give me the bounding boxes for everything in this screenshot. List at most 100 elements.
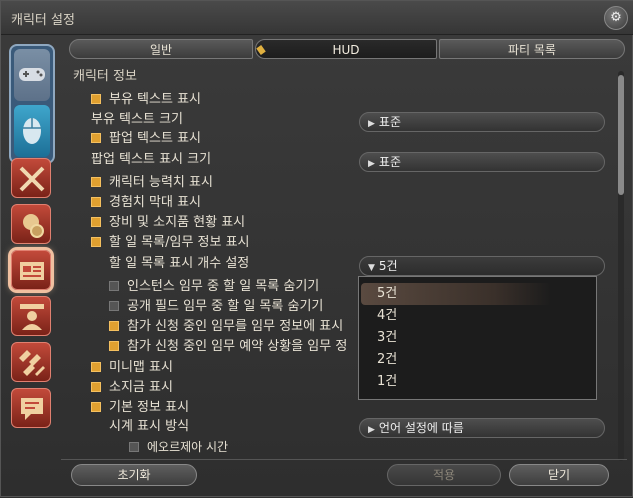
option-label: 참가 신청 중인 임무를 임무 정보에 표시 (127, 319, 344, 334)
footer-divider (61, 459, 627, 460)
gamepad-icon (19, 68, 45, 81)
character-settings-window: 캐릭터 설정 ⚙ 일반 HUD 파티 목록 캐릭터 정보 부유 텍스트 표시 부… (0, 0, 633, 497)
dropdown-arrow-icon: ▶ (368, 119, 375, 129)
checkbox-row-stats[interactable]: 캐릭터 능력치 표시 (91, 174, 213, 192)
bag-gear-icon (23, 214, 44, 238)
tab-party-list[interactable]: 파티 목록 (439, 39, 625, 59)
checkbox-row-hide-instance[interactable]: 인스턴스 임무 중 할 일 목록 숨기기 (109, 278, 319, 296)
id-card-icon (20, 262, 44, 280)
checkbox-checked-icon[interactable] (91, 236, 101, 247)
checkbox-checked-icon[interactable] (91, 361, 101, 372)
float-text-size-dropdown[interactable]: ▶ 표준 (359, 112, 605, 132)
option-5[interactable]: 5건 (377, 284, 397, 304)
settings-tabs: 일반 HUD 파티 목록 (69, 39, 625, 61)
gamepad-mode-button[interactable] (14, 49, 50, 101)
dropdown-arrow-icon: ▶ (368, 159, 375, 169)
todo-count-dropdown[interactable]: ▼ 5건 (359, 256, 605, 276)
close-settings-icon[interactable]: ⚙ (604, 6, 628, 30)
todo-count-options-popup: 5건 4건 3건 2건 1건 (358, 276, 597, 400)
checkbox-checked-icon[interactable] (91, 176, 101, 187)
section-header: 캐릭터 정보 (73, 69, 137, 84)
reset-button[interactable]: 초기화 (71, 464, 197, 486)
tab-general[interactable]: 일반 (69, 39, 253, 59)
content-scrollbar[interactable] (618, 71, 624, 461)
category-hud-button[interactable] (11, 250, 51, 290)
category-battle-button[interactable] (11, 158, 51, 198)
label-popup-text-size: 팝업 텍스트 표시 크기 (91, 152, 212, 167)
category-character-button[interactable] (11, 296, 51, 336)
option-label: 팝업 텍스트 표시 (109, 131, 201, 146)
category-items-button[interactable] (11, 204, 51, 244)
option-label: 캐릭터 능력치 표시 (109, 175, 213, 190)
checkbox-row-hide-field[interactable]: 공개 필드 임무 중 할 일 목록 숨기기 (109, 298, 323, 316)
option-label: 할 일 목록/임무 정보 표시 (109, 235, 250, 250)
option-label: 경험치 막대 표시 (109, 195, 201, 210)
checkbox-row-exp-bar[interactable]: 경험치 막대 표시 (91, 194, 201, 212)
checkbox-row-todo[interactable]: 할 일 목록/임무 정보 표시 (91, 234, 250, 252)
option-label: 소지금 표시 (109, 380, 173, 395)
category-chat-button[interactable] (11, 388, 51, 428)
option-label: 에오르제아 시간 (147, 440, 229, 454)
label-clock-mode: 시계 표시 방식 (109, 419, 190, 434)
checkbox-checked-icon[interactable] (91, 196, 101, 207)
option-label: 인스턴스 임무 중 할 일 목록 숨기기 (127, 279, 320, 294)
window-title: 캐릭터 설정 (11, 13, 75, 28)
dropdown-value: 표준 (378, 115, 402, 129)
checkbox-row-gil[interactable]: 소지금 표시 (91, 379, 173, 397)
checkbox-checked-icon[interactable] (91, 381, 101, 392)
option-label: 장비 및 소지품 현황 표시 (109, 215, 246, 230)
checkbox-checked-icon[interactable] (91, 132, 101, 143)
checkbox-row-show-reservation[interactable]: 참가 신청 중인 임무 예약 상황을 임무 정 (109, 338, 347, 356)
checkbox-row-float-text[interactable]: 부유 텍스트 표시 (91, 91, 201, 109)
dropdown-arrow-icon: ▼ (368, 263, 375, 273)
selected-tab-marker-icon (256, 45, 266, 55)
chat-bubble-icon (21, 398, 43, 420)
checkbox-checked-icon[interactable] (109, 320, 119, 331)
checkbox-unchecked-icon[interactable] (129, 441, 139, 452)
option-label: 참가 신청 중인 임무 예약 상황을 임무 정 (127, 339, 348, 354)
checkbox-unchecked-icon[interactable] (109, 300, 119, 311)
option-3[interactable]: 3건 (377, 328, 397, 348)
checkered-icon (19, 350, 45, 376)
option-4[interactable]: 4건 (377, 306, 397, 326)
checkbox-row-show-applied[interactable]: 참가 신청 중인 임무를 임무 정보에 표시 (109, 318, 343, 336)
category-rail (1, 34, 61, 498)
close-button[interactable]: 닫기 (509, 464, 609, 486)
option-label: 부유 텍스트 표시 (109, 92, 201, 107)
label-float-text-size: 부유 텍스트 크기 (91, 112, 183, 127)
checkbox-checked-icon[interactable] (91, 216, 101, 227)
apply-button[interactable]: 적용 (387, 464, 501, 486)
option-label: 공개 필드 임무 중 할 일 목록 숨기기 (127, 299, 324, 314)
option-label: 미니맵 표시 (109, 360, 173, 375)
checkbox-checked-icon[interactable] (91, 93, 101, 104)
checkbox-checked-icon[interactable] (91, 401, 101, 412)
person-icon (20, 304, 44, 330)
clock-mode-dropdown[interactable]: ▶ 언어 설정에 따름 (359, 418, 605, 438)
checkbox-row-inventory[interactable]: 장비 및 소지품 현황 표시 (91, 214, 245, 232)
dropdown-arrow-icon: ▶ (368, 425, 375, 435)
checkbox-checked-icon[interactable] (109, 340, 119, 351)
option-1[interactable]: 1건 (377, 372, 397, 392)
checkbox-unchecked-icon[interactable] (109, 280, 119, 291)
checkbox-row-eorzea-time[interactable]: 에오르제아 시간 (129, 438, 228, 456)
scrollbar-thumb[interactable] (618, 75, 624, 195)
settings-content: 캐릭터 정보 부유 텍스트 표시 부유 텍스트 크기 ▶ 표준 팝업 텍스트 표시… (61, 63, 617, 461)
option-2[interactable]: 2건 (377, 350, 397, 370)
mouse-icon (23, 118, 41, 144)
tab-hud-label: HUD (332, 43, 360, 57)
dropdown-value: 언어 설정에 따름 (378, 421, 464, 435)
option-label: 기본 정보 표시 (109, 400, 190, 415)
checkbox-row-popup-text[interactable]: 팝업 텍스트 표시 (91, 130, 201, 148)
input-device-group (9, 44, 55, 164)
dropdown-value: 표준 (378, 155, 402, 169)
title-bar[interactable]: 캐릭터 설정 ⚙ (1, 1, 633, 35)
mouse-mode-button[interactable] (14, 105, 50, 157)
crossed-swords-icon (19, 166, 45, 192)
checkbox-row-basic-info[interactable]: 기본 정보 표시 (91, 399, 189, 417)
category-checker-button[interactable] (11, 342, 51, 382)
label-todo-count: 할 일 목록 표시 개수 설정 (109, 256, 250, 271)
tab-hud[interactable]: HUD (255, 39, 437, 59)
checkbox-row-minimap[interactable]: 미니맵 표시 (91, 359, 173, 377)
popup-text-size-dropdown[interactable]: ▶ 표준 (359, 152, 605, 172)
dropdown-value: 5건 (378, 259, 398, 273)
